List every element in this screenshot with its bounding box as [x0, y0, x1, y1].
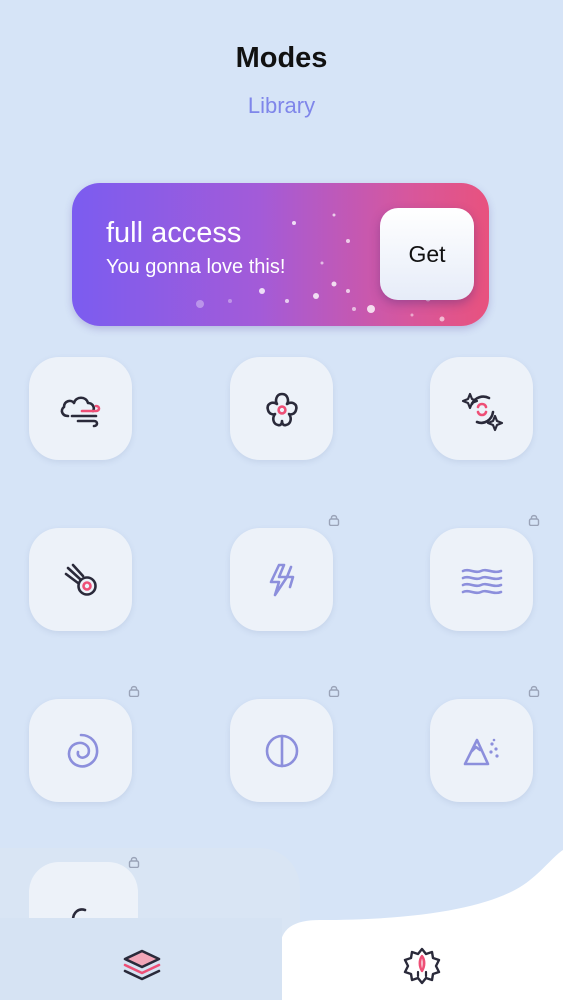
flower-icon — [265, 392, 298, 426]
cloud-wind-icon — [60, 395, 100, 427]
lock-icon — [128, 685, 140, 697]
comet-icon — [64, 563, 97, 596]
lock-icon — [328, 685, 340, 697]
layers-icon — [123, 949, 161, 981]
mode-tile-sparkle-moon[interactable] — [430, 357, 533, 460]
mode-tile-spiral[interactable] — [29, 699, 132, 802]
mode-tile-comet[interactable] — [29, 528, 132, 631]
promo-subtitle: You gonna love this! — [106, 256, 286, 278]
mode-tile-waves[interactable] — [430, 528, 533, 631]
half-circle-icon — [265, 734, 298, 767]
tab-library[interactable] — [112, 935, 172, 995]
gear-icon — [403, 947, 441, 985]
tab-settings[interactable] — [392, 936, 452, 996]
spiral-icon — [67, 733, 98, 768]
get-button[interactable]: Get — [380, 208, 474, 300]
page-title: Modes — [235, 42, 328, 74]
mountain-icon — [463, 738, 499, 765]
full-access-banner[interactable]: full access You gonna love this! Get — [72, 183, 489, 326]
lock-icon — [328, 514, 340, 526]
waves-icon — [461, 568, 502, 594]
mode-tile-mountain[interactable] — [430, 699, 533, 802]
mode-tile-cloud-wind[interactable] — [29, 357, 132, 460]
lock-icon — [128, 856, 140, 868]
mode-tile-half-circle[interactable] — [230, 699, 333, 802]
lock-icon — [528, 685, 540, 697]
sparkle-moon-icon — [461, 392, 503, 431]
mode-tile-flower[interactable] — [230, 357, 333, 460]
lightning-icon — [269, 563, 294, 596]
mode-tile-lightning[interactable] — [230, 528, 333, 631]
page-subtitle: Library — [247, 93, 316, 118]
promo-title: full access — [106, 217, 242, 249]
lock-icon — [528, 514, 540, 526]
